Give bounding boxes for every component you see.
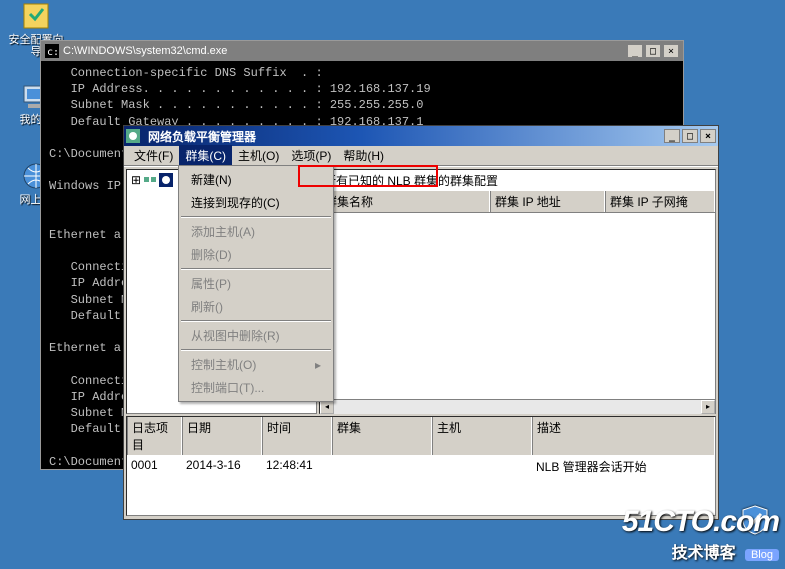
- nlb-selected-icon: [159, 173, 173, 187]
- close-button[interactable]: ×: [700, 129, 716, 143]
- minimize-button[interactable]: _: [664, 129, 680, 143]
- watermark-line2: 技术博客: [672, 545, 736, 562]
- scroll-track[interactable]: [334, 400, 701, 414]
- log-cell-host: [432, 458, 532, 475]
- log-col-item[interactable]: 日志项目: [127, 417, 182, 455]
- watermark: 51CTO.com 技术博客 Blog: [622, 505, 779, 563]
- svg-text:c:: c:: [47, 47, 59, 58]
- cmd-titlebar[interactable]: c: C:\WINDOWS\system32\cmd.exe _ □ ×: [41, 41, 683, 61]
- menu-options[interactable]: 选项(P): [285, 145, 337, 166]
- dd-connect[interactable]: 连接到现存的(C): [181, 191, 331, 214]
- maximize-button[interactable]: □: [645, 44, 661, 58]
- log-header: 日志项目 日期 时间 群集 主机 描述: [127, 417, 715, 455]
- nlb-tree-icon: [143, 173, 157, 187]
- nlb-title: 网络负载平衡管理器: [148, 128, 664, 145]
- log-cell-cluster: [332, 458, 432, 475]
- minimize-button[interactable]: _: [627, 44, 643, 58]
- wizard-icon: [20, 0, 52, 32]
- log-cell-desc: NLB 管理器会话开始: [532, 458, 715, 475]
- log-row[interactable]: 0001 2014-3-16 12:48:41 NLB 管理器会话开始: [127, 455, 715, 478]
- maximize-button[interactable]: □: [682, 129, 698, 143]
- dd-properties: 属性(P): [181, 272, 331, 295]
- cmd-title: C:\WINDOWS\system32\cmd.exe: [63, 45, 627, 57]
- log-cell-time: 12:48:41: [262, 458, 332, 475]
- cluster-dropdown: 新建(N) 连接到现存的(C) 添加主机(A) 删除(D) 属性(P) 刷新()…: [178, 165, 334, 402]
- dd-addhost: 添加主机(A): [181, 220, 331, 243]
- col-subnet[interactable]: 群集 IP 子网掩: [605, 191, 715, 212]
- list-caption: 所有已知的 NLB 群集的群集配置: [320, 170, 715, 191]
- nlb-window: 网络负载平衡管理器 _ □ × 文件(F) 群集(C) 主机(O) 选项(P) …: [123, 125, 719, 520]
- tree-expand-icon[interactable]: ⊞: [131, 173, 141, 187]
- dd-refresh: 刷新(): [181, 295, 331, 318]
- watermark-tag: Blog: [745, 549, 779, 561]
- cmd-icon: c:: [45, 44, 59, 58]
- list-body[interactable]: [320, 213, 715, 399]
- dd-controlport: 控制端口(T)...: [181, 376, 331, 399]
- log-col-time[interactable]: 时间: [262, 417, 332, 455]
- log-col-cluster[interactable]: 群集: [332, 417, 432, 455]
- dd-new[interactable]: 新建(N): [181, 168, 331, 191]
- log-cell-id: 0001: [127, 458, 182, 475]
- log-col-desc[interactable]: 描述: [532, 417, 715, 455]
- log-cell-date: 2014-3-16: [182, 458, 262, 475]
- log-pane: 日志项目 日期 时间 群集 主机 描述 0001 2014-3-16 12:48…: [126, 416, 716, 516]
- menu-file[interactable]: 文件(F): [128, 145, 179, 166]
- dd-delete: 删除(D): [181, 243, 331, 266]
- h-scrollbar[interactable]: ◂ ▸: [320, 399, 715, 413]
- menu-cluster[interactable]: 群集(C): [179, 145, 232, 166]
- chevron-right-icon: ▸: [315, 358, 321, 372]
- dd-controlhost: 控制主机(O) ▸: [181, 353, 331, 376]
- log-col-host[interactable]: 主机: [432, 417, 532, 455]
- menu-help[interactable]: 帮助(H): [337, 145, 390, 166]
- col-name[interactable]: 群集名称: [320, 191, 490, 212]
- close-button[interactable]: ×: [663, 44, 679, 58]
- col-ip[interactable]: 群集 IP 地址: [490, 191, 605, 212]
- nlb-titlebar[interactable]: 网络负载平衡管理器 _ □ ×: [124, 126, 718, 146]
- list-pane: 所有已知的 NLB 群集的群集配置 群集名称 群集 IP 地址 群集 IP 子网…: [319, 169, 716, 414]
- dd-removefromview: 从视图中删除(R): [181, 324, 331, 347]
- watermark-line1: 51CTO.com: [622, 505, 779, 539]
- menubar: 文件(F) 群集(C) 主机(O) 选项(P) 帮助(H) 新建(N) 连接到现…: [124, 146, 718, 166]
- scroll-right-button[interactable]: ▸: [701, 400, 715, 414]
- menu-host[interactable]: 主机(O): [232, 145, 285, 166]
- log-col-date[interactable]: 日期: [182, 417, 262, 455]
- nlb-icon: [126, 129, 140, 143]
- list-header: 群集名称 群集 IP 地址 群集 IP 子网掩: [320, 191, 715, 213]
